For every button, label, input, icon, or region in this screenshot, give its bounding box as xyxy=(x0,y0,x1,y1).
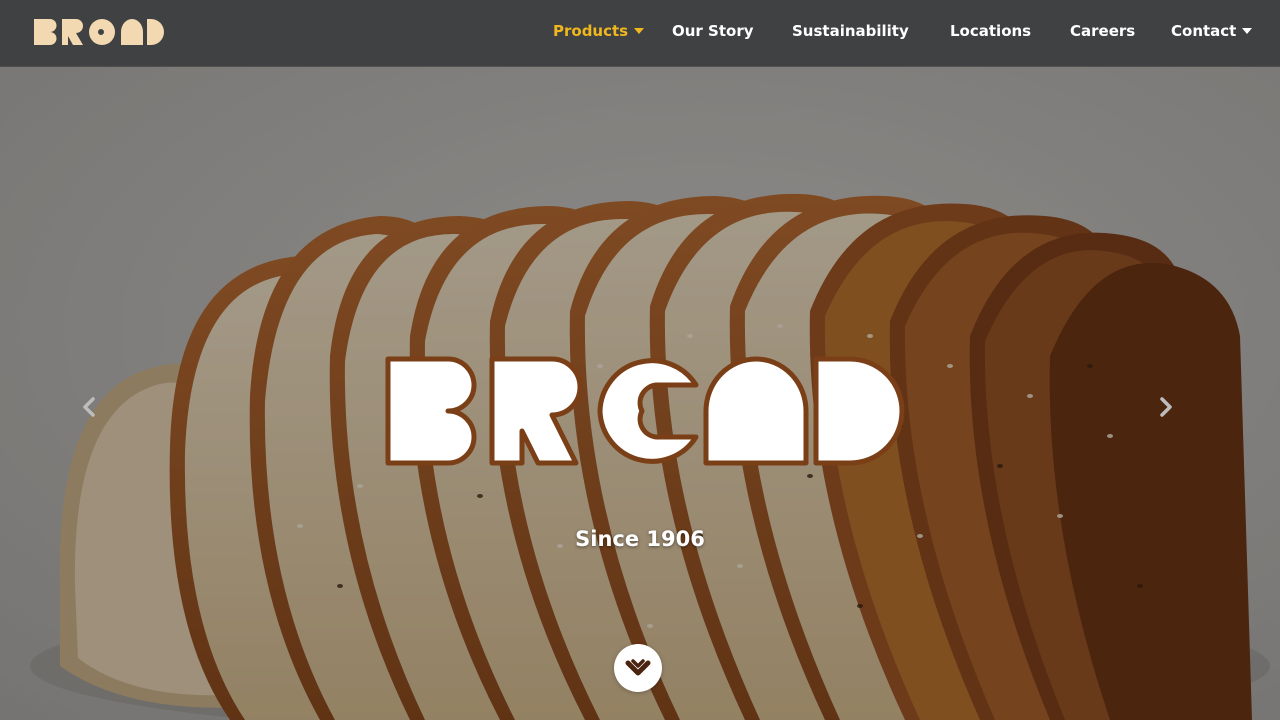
nav-item-contact-label: Contact xyxy=(1171,22,1237,40)
nav-item-careers[interactable]: Careers xyxy=(1070,0,1135,66)
chevron-left-icon[interactable] xyxy=(74,392,104,422)
nav-item-products[interactable]: Products xyxy=(553,0,645,66)
chevron-right-icon[interactable] xyxy=(1151,392,1181,422)
caret-down-icon xyxy=(634,28,645,34)
nav-item-sustainability[interactable]: Sustainability xyxy=(792,0,909,66)
scroll-down-button[interactable] xyxy=(614,644,662,692)
nav-item-locations-label: Locations xyxy=(950,22,1032,40)
nav-item-contact[interactable]: Contact xyxy=(1171,0,1253,66)
chevron-down-icon xyxy=(625,659,651,676)
hero-tagline: Since 1906 xyxy=(575,527,705,551)
caret-down-icon xyxy=(1242,28,1253,34)
nav-item-products-label: Products xyxy=(553,22,629,40)
hero-section: Since 1906 xyxy=(0,66,1280,720)
nav-item-sustainability-label: Sustainability xyxy=(792,22,909,40)
nav-item-our-story-label: Our Story xyxy=(672,22,754,40)
nav-item-careers-label: Careers xyxy=(1070,22,1136,40)
top-navigation-bar: Products Our Story Sustainability Locati… xyxy=(0,0,1280,66)
hero-brand-logo xyxy=(385,356,905,466)
nav-item-locations[interactable]: Locations xyxy=(950,0,1031,66)
brand-logo[interactable] xyxy=(34,17,164,47)
nav-item-our-story[interactable]: Our Story xyxy=(672,0,754,66)
